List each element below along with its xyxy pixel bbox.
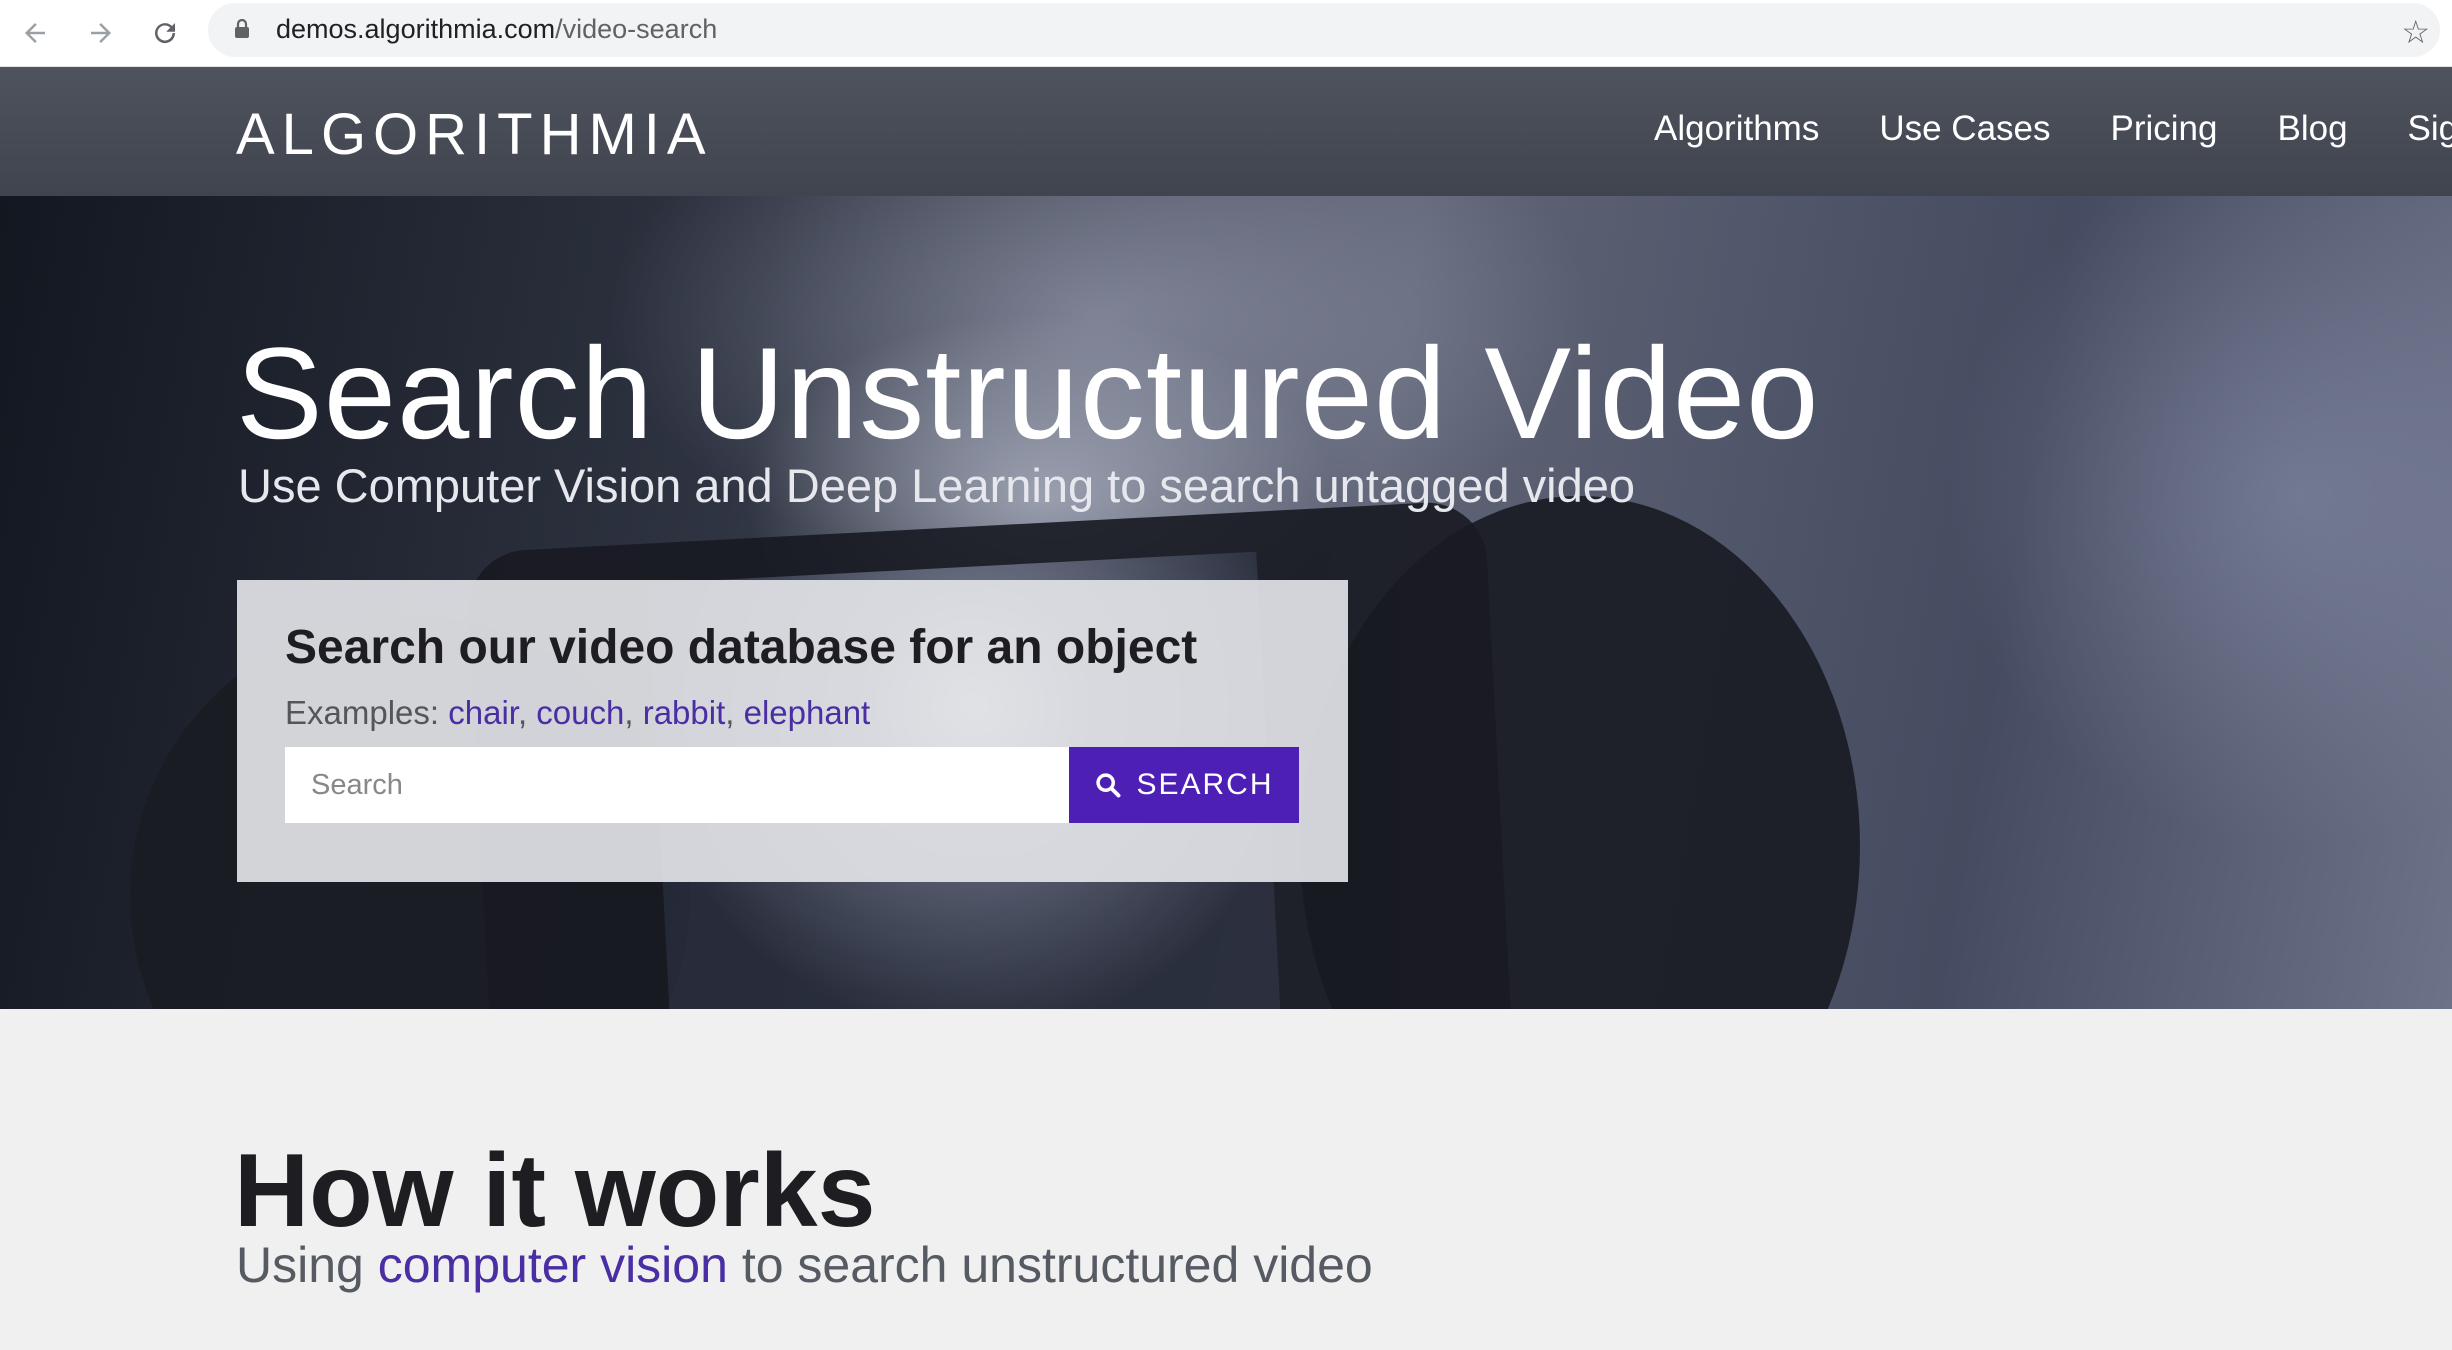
- search-card-title: Search our video database for an object: [285, 621, 1198, 674]
- how-subtitle-post: to search unstructured video: [741, 1237, 1373, 1293]
- hero-subtitle: Use Computer Vision and Deep Learning to…: [238, 459, 1635, 512]
- search-button[interactable]: SEARCH: [1069, 747, 1299, 823]
- main-nav: Algorithms Use Cases Pricing Blog Sign: [1654, 109, 2452, 149]
- arrow-right-icon: [91, 23, 111, 43]
- url-text: demos.algorithmia.com/video-search: [276, 14, 717, 45]
- hero-title: Search Unstructured Video: [236, 320, 1820, 466]
- search-button-label: SEARCH: [1136, 768, 1274, 801]
- algorithmia-logo[interactable]: ALGORITHMIA: [236, 101, 713, 168]
- star-icon[interactable]: ☆: [2401, 13, 2430, 51]
- url-path: /video-search: [555, 14, 718, 44]
- examples-label: Examples:: [285, 694, 440, 731]
- site-header: ALGORITHMIA Algorithms Use Cases Pricing…: [0, 67, 2452, 196]
- examples-line: Examples: chair, couch, rabbit, elephant: [285, 694, 871, 731]
- forward-button[interactable]: [78, 10, 124, 56]
- example-link-couch[interactable]: couch: [536, 694, 624, 731]
- example-link-elephant[interactable]: elephant: [744, 694, 871, 731]
- lock-icon: [235, 19, 249, 38]
- reload-icon: [155, 23, 176, 44]
- computer-vision-link[interactable]: computer vision: [378, 1237, 728, 1293]
- example-link-chair[interactable]: chair: [448, 694, 518, 731]
- how-it-works-subtitle: Using computer vision to search unstruct…: [236, 1236, 1373, 1294]
- url-domain: demos.algorithmia.com: [276, 14, 556, 44]
- address-bar[interactable]: demos.algorithmia.com/video-search ☆: [208, 3, 2440, 57]
- how-subtitle-pre: Using: [236, 1237, 364, 1293]
- search-icon: [1096, 773, 1121, 798]
- hero-section: Search Unstructured Video Use Computer V…: [0, 196, 2452, 1009]
- nav-algorithms[interactable]: Algorithms: [1654, 109, 1819, 149]
- nav-pricing[interactable]: Pricing: [2111, 109, 2218, 149]
- search-input[interactable]: [285, 747, 1069, 823]
- nav-sign-in[interactable]: Sign: [2408, 109, 2452, 149]
- reload-button[interactable]: [142, 10, 188, 56]
- how-it-works-title: How it works: [234, 1133, 876, 1249]
- nav-use-cases[interactable]: Use Cases: [1879, 109, 2050, 149]
- arrow-left-icon: [25, 23, 45, 43]
- example-link-rabbit[interactable]: rabbit: [643, 694, 726, 731]
- browser-toolbar: demos.algorithmia.com/video-search ☆: [0, 0, 2452, 67]
- search-card: Search our video database for an object …: [237, 580, 1348, 882]
- nav-blog[interactable]: Blog: [2277, 109, 2347, 149]
- back-button[interactable]: [12, 10, 58, 56]
